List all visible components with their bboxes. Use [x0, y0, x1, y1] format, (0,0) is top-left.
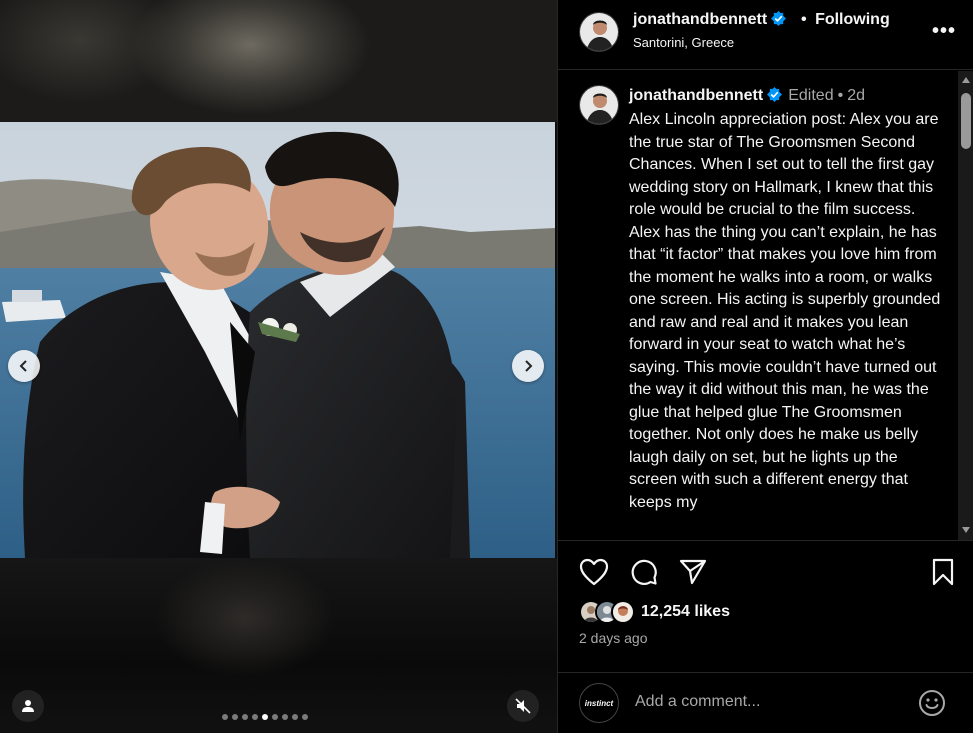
slide-dot	[222, 714, 228, 720]
comment-composer: instinct Add a comment...	[558, 672, 973, 733]
post-location[interactable]: Santorini, Greece	[633, 35, 734, 50]
like-button[interactable]	[577, 555, 611, 589]
caption-text: Alex Lincoln appreciation post: Alex you…	[629, 111, 941, 511]
person-tag-icon	[22, 700, 34, 712]
slide-dot	[242, 714, 248, 720]
post-media	[0, 0, 557, 733]
commenter-logo: instinct	[584, 698, 614, 708]
caption-username[interactable]: jonathandbennett	[629, 87, 763, 104]
post-timestamp[interactable]: 2 days ago	[579, 630, 648, 646]
previous-slide-button[interactable]	[8, 350, 40, 382]
verified-badge-icon	[767, 87, 783, 102]
comment-icon	[631, 559, 657, 585]
slide-indicator	[222, 714, 308, 720]
following-button[interactable]: • Following	[801, 11, 890, 29]
post-details-panel: jonathandbennett • Following Santorini, …	[557, 0, 973, 733]
slide-dot	[262, 714, 268, 720]
author-username-text[interactable]: jonathandbennett	[633, 11, 767, 28]
tagged-people-button[interactable]	[12, 690, 44, 722]
heart-icon	[579, 558, 609, 586]
save-button[interactable]	[926, 555, 960, 589]
post-header: jonathandbennett • Following Santorini, …	[558, 0, 973, 70]
chevron-left-icon	[19, 360, 27, 372]
smiley-icon[interactable]	[918, 689, 946, 717]
caption-separator: •	[837, 87, 844, 104]
media-blur-bottom	[0, 558, 557, 733]
slide-dot	[292, 714, 298, 720]
share-button[interactable]	[676, 555, 710, 589]
author-avatar[interactable]	[579, 12, 619, 52]
author-username[interactable]: jonathandbennett	[633, 11, 787, 29]
caption-header: jonathandbennett Edited • 2d	[629, 87, 865, 105]
commenter-avatar: instinct	[579, 683, 619, 723]
likes-row: 12,254 likes	[579, 598, 730, 626]
slide-dot	[252, 714, 258, 720]
post-actions	[558, 555, 973, 593]
post-age[interactable]: 2d	[847, 87, 865, 104]
scroll-down-arrow-icon[interactable]	[962, 527, 970, 533]
header-separator: •	[801, 11, 807, 28]
slide-dot	[232, 714, 238, 720]
liker-avatar[interactable]	[611, 600, 635, 624]
following-label[interactable]: Following	[815, 11, 890, 28]
caption-scrollbar[interactable]	[958, 71, 973, 540]
caption-author-avatar[interactable]	[579, 85, 619, 125]
slide-dot	[302, 714, 308, 720]
media-blur-top	[0, 0, 557, 122]
edited-label: Edited	[788, 87, 834, 104]
scrollbar-thumb[interactable]	[961, 93, 971, 149]
chevron-right-icon	[525, 360, 533, 372]
comment-input[interactable]: Add a comment...	[635, 693, 760, 711]
comment-button[interactable]	[627, 555, 661, 589]
slide-dot	[272, 714, 278, 720]
post-photo	[0, 122, 555, 558]
bookmark-icon	[932, 558, 954, 586]
speaker-muted-icon	[515, 698, 531, 714]
caption-area: jonathandbennett Edited • 2d Alex Lincoln a…	[558, 71, 973, 541]
next-slide-button[interactable]	[512, 350, 544, 382]
mute-button[interactable]	[507, 690, 539, 722]
slide-dot	[282, 714, 288, 720]
like-count[interactable]: 12,254 likes	[641, 603, 730, 621]
more-options-button[interactable]: •••	[932, 20, 956, 43]
paper-plane-icon	[679, 559, 707, 585]
scroll-up-arrow-icon[interactable]	[962, 77, 970, 83]
verified-badge-icon	[771, 11, 787, 26]
